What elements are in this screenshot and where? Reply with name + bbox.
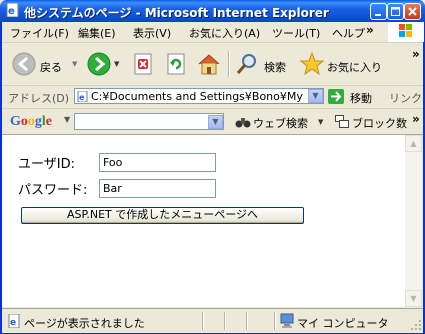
block-count-button[interactable]: ブロック数 (352, 115, 407, 131)
google-overflow-chevron[interactable]: » (412, 112, 420, 126)
title-bar[interactable]: e 他システムのページ - Microsoft Internet Explore… (0, 0, 425, 22)
search-icon[interactable] (235, 52, 259, 76)
favorites-star-icon[interactable] (300, 52, 324, 76)
standard-toolbar: 戻る ▼ ▼ 検索 お気に入り » (2, 43, 423, 86)
address-label: アドレス(D) (8, 92, 70, 105)
userid-label: ユーザID: (18, 157, 75, 172)
menu-bar: ファイル(F) 編集(E) 表示(V) お気に入り(A) ツール(T) ヘルプ … (2, 22, 424, 43)
page-icon: e (77, 91, 88, 102)
menu-view[interactable]: 表示(V) (133, 25, 171, 41)
minimize-button[interactable] (370, 3, 387, 20)
menu-overflow-chevron[interactable]: » (366, 23, 374, 37)
menu-file[interactable]: ファイル(F) (10, 25, 69, 41)
maximize-button[interactable] (387, 3, 404, 20)
userid-input[interactable] (99, 153, 216, 172)
back-arrow-icon[interactable] (12, 52, 36, 76)
google-logo[interactable]: Google (10, 114, 52, 130)
status-bar: e ページが表示されました マイ コンピュータ (2, 308, 423, 333)
web-search-button[interactable]: ウェブ検索 (253, 115, 308, 131)
maximize-icon (391, 7, 400, 16)
resize-grip-icon[interactable] (410, 319, 422, 331)
ie-page-icon: e (6, 3, 19, 17)
go-arrow-icon[interactable] (328, 89, 344, 104)
google-search-input[interactable]: ▼ (74, 113, 224, 130)
ie-window: e 他システムのページ - Microsoft Internet Explore… (0, 0, 425, 334)
scroll-up-icon[interactable]: ▲ (405, 135, 422, 152)
menu-help[interactable]: ヘルプ (332, 25, 365, 41)
status-separator (224, 312, 225, 330)
block-count-icon[interactable] (335, 115, 349, 128)
my-computer-icon (280, 313, 294, 328)
address-url: C:¥Documents and Settings¥Bono¥My Doc (91, 90, 306, 103)
address-input[interactable]: e C:¥Documents and Settings¥Bono¥My Doc … (74, 88, 324, 104)
links-label[interactable]: リンク (389, 90, 422, 106)
go-button-label[interactable]: 移動 (350, 90, 372, 106)
google-search-dropdown-icon[interactable]: ▼ (208, 115, 223, 129)
minimize-icon (375, 14, 381, 16)
password-label: パスワード: (18, 183, 88, 198)
scroll-down-icon[interactable]: ▼ (405, 290, 422, 307)
submit-button[interactable]: ASP.NET で作成したメニューページへ (21, 207, 304, 224)
page-done-icon: e (8, 314, 20, 328)
svg-text:e: e (79, 93, 85, 102)
favorites-label[interactable]: お気に入り (327, 59, 382, 75)
security-zone-label: マイ コンピュータ (297, 317, 389, 330)
svg-text:e: e (10, 318, 16, 328)
menu-edit[interactable]: 編集(E) (78, 25, 116, 41)
svg-text:e: e (8, 6, 15, 17)
search-label[interactable]: 検索 (264, 59, 286, 75)
status-separator (274, 312, 275, 330)
menu-tools[interactable]: ツール(T) (272, 25, 320, 41)
close-icon (408, 7, 417, 16)
binoculars-icon[interactable] (235, 115, 251, 129)
status-text: ページが表示されました (24, 317, 145, 330)
forward-dropdown-icon[interactable]: ▼ (114, 60, 119, 68)
window-title: 他システムのページ - Microsoft Internet Explorer (24, 6, 329, 20)
google-toolbar: Google ▼ ▼ ウェブ検索 ▼ ブロック数 » (2, 109, 423, 135)
password-input[interactable] (99, 179, 216, 198)
home-icon[interactable] (197, 52, 221, 76)
menu-favorites[interactable]: お気に入り(A) (189, 25, 260, 41)
close-button[interactable] (404, 3, 421, 20)
web-search-dropdown-icon[interactable]: ▼ (318, 118, 323, 126)
page-content: ユーザID: パスワード: ASP.NET で作成したメニューページへ (2, 135, 405, 307)
status-separator (202, 312, 203, 330)
forward-arrow-icon[interactable] (87, 52, 111, 76)
toolbar-separator (228, 51, 229, 77)
google-menu-dropdown-icon[interactable]: ▼ (64, 115, 70, 124)
stop-icon[interactable] (132, 53, 154, 75)
toolbar-overflow-chevron[interactable]: » (412, 47, 420, 61)
address-dropdown-icon[interactable]: ▼ (308, 89, 323, 103)
windows-logo (388, 22, 424, 42)
refresh-icon[interactable] (165, 53, 187, 75)
address-bar: アドレス(D) e C:¥Documents and Settings¥Bono… (2, 86, 423, 109)
vertical-scrollbar[interactable]: ▲ ▼ (405, 135, 422, 307)
status-separator (246, 312, 247, 330)
back-label[interactable]: 戻る (40, 59, 62, 75)
back-dropdown-icon[interactable]: ▼ (72, 60, 77, 68)
